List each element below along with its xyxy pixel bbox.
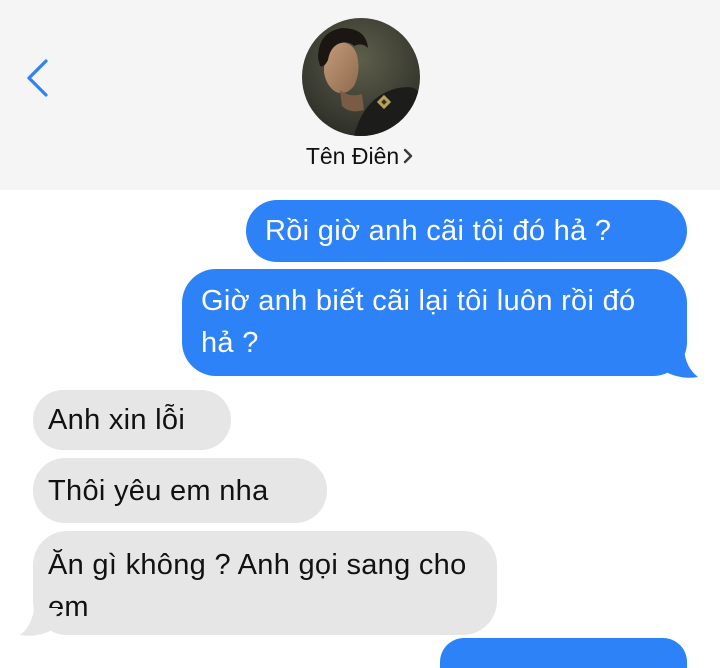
message-text: Ăn gì không ? Anh gọi sang cho em bbox=[48, 549, 467, 623]
conversation-header: Tên Điên bbox=[0, 0, 720, 190]
back-button[interactable] bbox=[20, 56, 60, 100]
chevron-left-icon bbox=[27, 59, 48, 97]
message-text: Giờ anh biết cãi lại tôi luôn rồi đó hả … bbox=[201, 285, 636, 359]
contact-avatar[interactable] bbox=[302, 18, 420, 136]
incoming-bubble-tail bbox=[20, 608, 58, 636]
outgoing-message[interactable]: Giờ anh biết cãi lại tôi luôn rồi đó hả … bbox=[182, 269, 687, 376]
incoming-message[interactable]: Thôi yêu em nha bbox=[33, 458, 327, 523]
contact-name: Tên Điên bbox=[305, 143, 400, 169]
outgoing-message[interactable]: Rồi giờ anh cãi tôi đó hả ? bbox=[246, 200, 687, 262]
message-text: Anh xin lỗi bbox=[48, 404, 186, 436]
contact-name-button[interactable]: Tên Điên bbox=[0, 141, 720, 171]
avatar-photo bbox=[302, 18, 420, 136]
outgoing-bubble-tail bbox=[660, 350, 698, 378]
incoming-message[interactable]: Anh xin lỗi bbox=[33, 390, 231, 450]
message-text: Rồi giờ anh cãi tôi đó hả ? bbox=[265, 215, 612, 247]
outgoing-message-partial bbox=[440, 638, 687, 668]
chevron-right-icon bbox=[403, 148, 413, 164]
message-text: Thôi yêu em nha bbox=[48, 475, 269, 507]
incoming-message[interactable]: Ăn gì không ? Anh gọi sang cho em bbox=[33, 531, 497, 635]
